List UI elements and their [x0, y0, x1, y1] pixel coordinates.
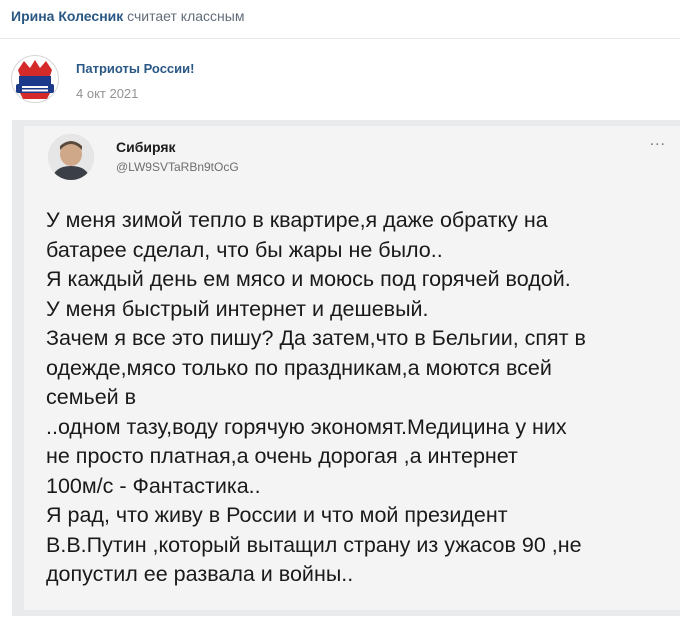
tweet-text-line: одежде,мясо только по праздникам,а моютс… — [46, 355, 552, 380]
tweet-text-line: У меня быстрый интернет и дешевый. — [46, 296, 429, 321]
feed-page: Ирина Колесник считает классным Патриоты… — [0, 0, 680, 621]
activity-line: Ирина Колесник считает классным — [11, 7, 244, 25]
post-date-link[interactable]: 4 окт 2021 — [76, 86, 138, 101]
tweet-text-line: не просто платная,а очень дорогая ,а инт… — [46, 444, 518, 468]
divider — [0, 38, 680, 39]
tweet-author-handle: @LW9SVTaRBn9tOcG — [116, 160, 239, 174]
activity-action: считает классным — [127, 8, 245, 24]
tweet-text-line: У меня зимой тепло в квартире,я даже обр… — [46, 208, 548, 232]
tweet-text-line: Зачем я все это пишу? Да затем,что в Бел… — [46, 326, 586, 350]
activity-actor-link[interactable]: Ирина Колесник — [11, 8, 123, 24]
tweet-text-line: 100м/с - Фантастика.. — [46, 473, 261, 498]
tweet-avatar — [48, 134, 94, 180]
more-icon: ... — [649, 132, 666, 149]
tweet-text-line: Я каждый день ем мясо и моюсь под горяче… — [46, 267, 571, 291]
tweet-text-line: ..одном тазу,воду горячую экономят.Медиц… — [46, 414, 567, 439]
tweet-text-line: Я рад, что живу в России и что мой прези… — [46, 503, 508, 527]
tweet-text: У меня зимой тепло в квартире,я даже обр… — [46, 206, 676, 590]
tweet-text-line: В.В.Путин ,который вытащил страну из ужа… — [46, 532, 582, 557]
tweet-author-name: Сибиряк — [116, 139, 176, 155]
tweet-text-line: семьей в — [46, 385, 137, 409]
patriots-logo-icon[interactable] — [10, 54, 60, 104]
post-author-link[interactable]: Патриоты России! — [76, 61, 194, 76]
tweet-screenshot: Сибиряк @LW9SVTaRBn9tOcG ... У меня зимо… — [24, 126, 680, 610]
post-image-attachment[interactable]: Сибиряк @LW9SVTaRBn9tOcG ... У меня зимо… — [12, 120, 680, 616]
tweet-text-line: допустил ее развала и войны.. — [46, 562, 354, 586]
tweet-text-line: батарее сделал, что бы жары не было.. — [46, 237, 443, 262]
